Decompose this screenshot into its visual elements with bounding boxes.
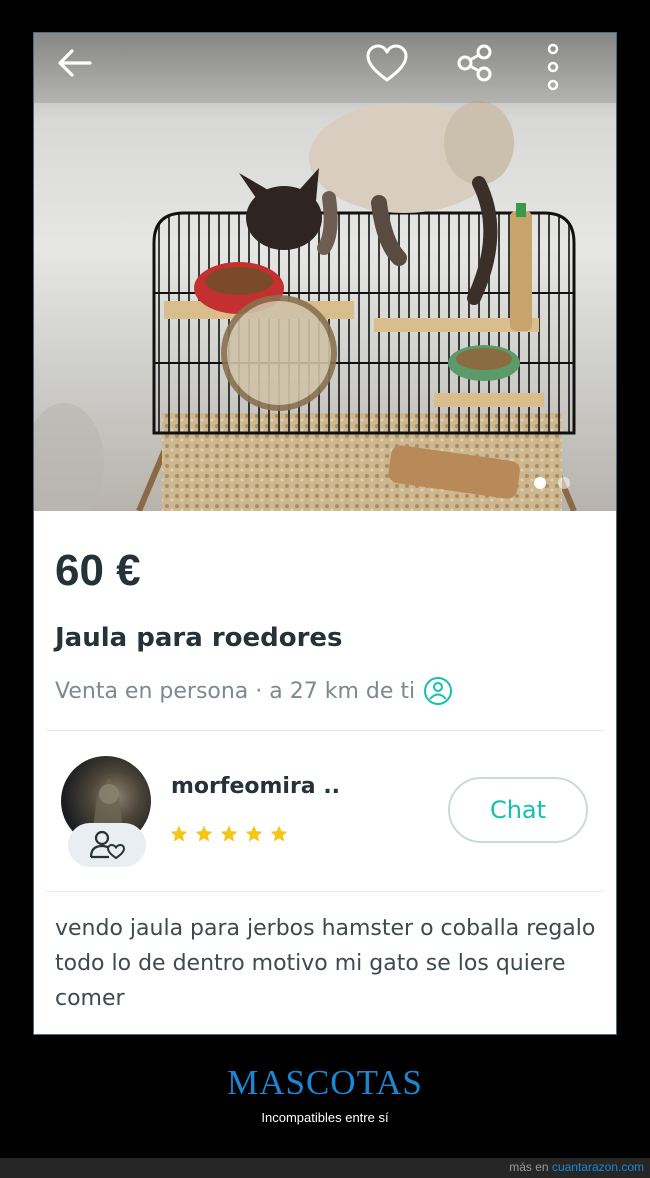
more-vertical-icon [547, 43, 559, 91]
footer-credit: más en cuantarazon.com [509, 1160, 644, 1174]
arrow-left-icon [58, 49, 92, 77]
star-icon [170, 825, 188, 842]
listing-title: Jaula para roedores [55, 623, 343, 653]
star-icon [270, 825, 288, 842]
section-divider [46, 891, 604, 892]
person-location-icon [424, 677, 453, 705]
heart-icon [366, 44, 408, 82]
cat-cage-illustration [34, 33, 616, 511]
site-footer: más en cuantarazon.com [0, 1158, 650, 1178]
more-options-button[interactable] [543, 43, 591, 91]
listing-price: 60 € [55, 546, 141, 595]
listing-screenshot: 60 € Jaula para roedores Venta en person… [33, 32, 617, 1035]
delivery-info: Venta en persona · a 27 km de ti [55, 676, 453, 706]
share-icon [457, 44, 492, 82]
follow-seller-button[interactable] [68, 823, 146, 867]
seller-rating [169, 824, 289, 844]
photo-top-bar [34, 33, 616, 103]
favorite-button[interactable] [365, 43, 413, 91]
pager-dot-active[interactable] [534, 477, 546, 489]
seller-name[interactable]: morfeomira .. [171, 774, 340, 799]
share-button[interactable] [455, 43, 503, 91]
caption-title: MASCOTAS [227, 1063, 423, 1102]
follow-user-icon [89, 830, 126, 860]
section-divider [46, 730, 604, 731]
photo-pager [534, 477, 570, 489]
listing-description: vendo jaula para jerbos hamster o coball… [55, 916, 596, 1011]
chat-button[interactable]: Chat [448, 777, 588, 843]
pager-dot[interactable] [558, 477, 570, 489]
star-icon [245, 825, 263, 842]
delivery-text: Venta en persona · a 27 km de ti [55, 678, 416, 704]
footer-site-link[interactable]: cuantarazon.com [552, 1160, 644, 1174]
footer-prefix: más en [509, 1160, 549, 1174]
star-icon [195, 825, 213, 842]
star-icon [220, 825, 238, 842]
product-photo[interactable] [34, 33, 616, 511]
caption-subtitle: Incompatibles entre sí [261, 1110, 389, 1125]
back-button[interactable] [54, 43, 102, 91]
